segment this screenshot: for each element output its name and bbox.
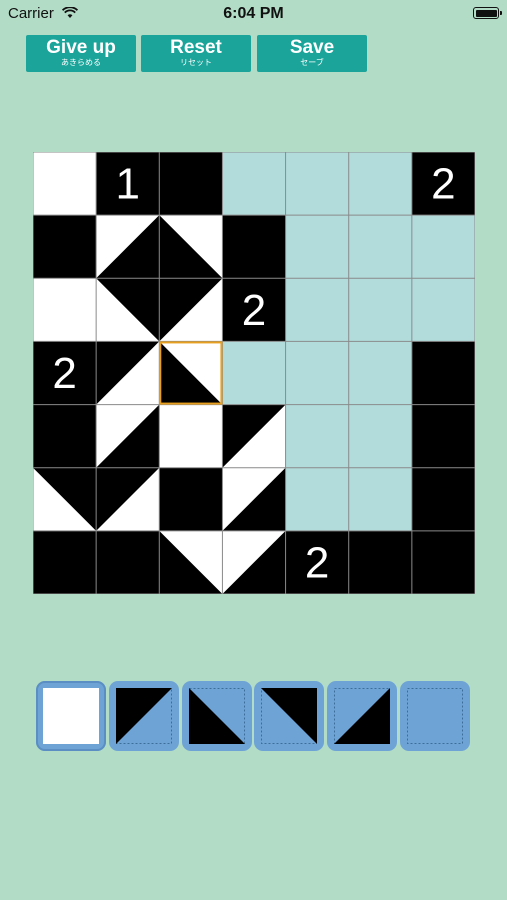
board-cell[interactable] [33, 530, 97, 594]
reset-sub-label: リセット [180, 58, 212, 67]
board-cell[interactable] [222, 152, 286, 216]
board-grid: 1 2 2 2 2 [33, 152, 475, 594]
palette-tile-tri-br[interactable] [327, 681, 397, 751]
palette-tile-tri-tl-icon [116, 688, 172, 744]
palette-tile-empty-icon [407, 688, 463, 744]
board-cell[interactable] [411, 530, 475, 594]
board-cell[interactable] [411, 215, 475, 279]
board-cell[interactable] [159, 404, 223, 468]
board-cell[interactable] [159, 341, 223, 405]
give-up-button[interactable]: Give up あきらめる [26, 35, 136, 72]
palette-tile-white-icon [43, 688, 99, 744]
cell-clue-number: 2 [242, 286, 266, 335]
board-cell[interactable] [96, 530, 160, 594]
palette-tile-tri-tr[interactable] [254, 681, 324, 751]
board-cell[interactable] [96, 467, 160, 531]
board-cell[interactable]: 2 [222, 278, 286, 342]
cell-clue-number: 2 [305, 538, 329, 587]
board-cell[interactable] [285, 152, 349, 216]
save-button[interactable]: Save セーブ [257, 35, 367, 72]
give-up-sub-label: あきらめる [61, 58, 101, 67]
board-cell[interactable] [159, 278, 223, 342]
status-bar: Carrier 6:04 PM [0, 0, 507, 28]
board-cell[interactable] [411, 467, 475, 531]
board-cell[interactable]: 1 [96, 152, 160, 216]
board-cell[interactable]: 2 [33, 341, 97, 405]
palette-tile-white[interactable] [36, 681, 106, 751]
board-cell[interactable] [33, 404, 97, 468]
board-cell[interactable] [96, 404, 160, 468]
give-up-label: Give up [46, 37, 116, 58]
board-cell[interactable] [411, 341, 475, 405]
board-cell[interactable]: 2 [285, 530, 349, 594]
board-cell[interactable] [411, 278, 475, 342]
reset-button[interactable]: Reset リセット [141, 35, 251, 72]
board-cell[interactable] [348, 152, 412, 216]
palette-tile-tri-bl[interactable] [182, 681, 252, 751]
board-cell[interactable] [159, 467, 223, 531]
board-cell[interactable] [33, 215, 97, 279]
save-label: Save [289, 37, 335, 58]
board-cell[interactable] [285, 215, 349, 279]
cell-clue-number: 1 [115, 160, 139, 209]
board-cell[interactable]: 2 [411, 152, 475, 216]
board-cell[interactable] [96, 215, 160, 279]
board-cell[interactable] [285, 341, 349, 405]
palette-tile-tri-bl-icon [189, 688, 245, 744]
tile-palette [36, 681, 470, 753]
board-cell[interactable] [348, 215, 412, 279]
board-cell[interactable] [96, 341, 160, 405]
board-cell[interactable] [222, 467, 286, 531]
board-cell[interactable] [96, 278, 160, 342]
board-cell[interactable] [285, 467, 349, 531]
palette-tile-tri-tr-icon [261, 688, 317, 744]
board-cell[interactable] [159, 530, 223, 594]
save-sub-label: セーブ [300, 58, 324, 67]
board-cell[interactable] [33, 152, 97, 216]
palette-tile-tri-tl[interactable] [109, 681, 179, 751]
board-cell[interactable] [159, 215, 223, 279]
board-cell[interactable] [348, 341, 412, 405]
board-cell[interactable] [222, 215, 286, 279]
board-cell[interactable] [348, 404, 412, 468]
board-cell[interactable] [33, 278, 97, 342]
puzzle-board: 1 2 2 2 2 [33, 152, 475, 594]
board-cell[interactable] [222, 404, 286, 468]
board-cell[interactable] [348, 278, 412, 342]
board-cell[interactable] [222, 530, 286, 594]
board-cell[interactable] [348, 467, 412, 531]
board-cell[interactable] [411, 404, 475, 468]
board-cell[interactable] [159, 152, 223, 216]
board-cell[interactable] [285, 404, 349, 468]
cell-clue-number: 2 [52, 349, 76, 398]
palette-tile-empty[interactable] [400, 681, 470, 751]
board-cell[interactable] [285, 278, 349, 342]
palette-tile-tri-br-icon [334, 688, 390, 744]
cell-clue-number: 2 [431, 160, 455, 209]
battery-icon [473, 7, 502, 19]
board-cell[interactable] [222, 341, 286, 405]
clock: 6:04 PM [223, 5, 284, 22]
board-cell[interactable] [33, 467, 97, 531]
reset-label: Reset [170, 37, 222, 58]
board-cell[interactable] [348, 530, 412, 594]
